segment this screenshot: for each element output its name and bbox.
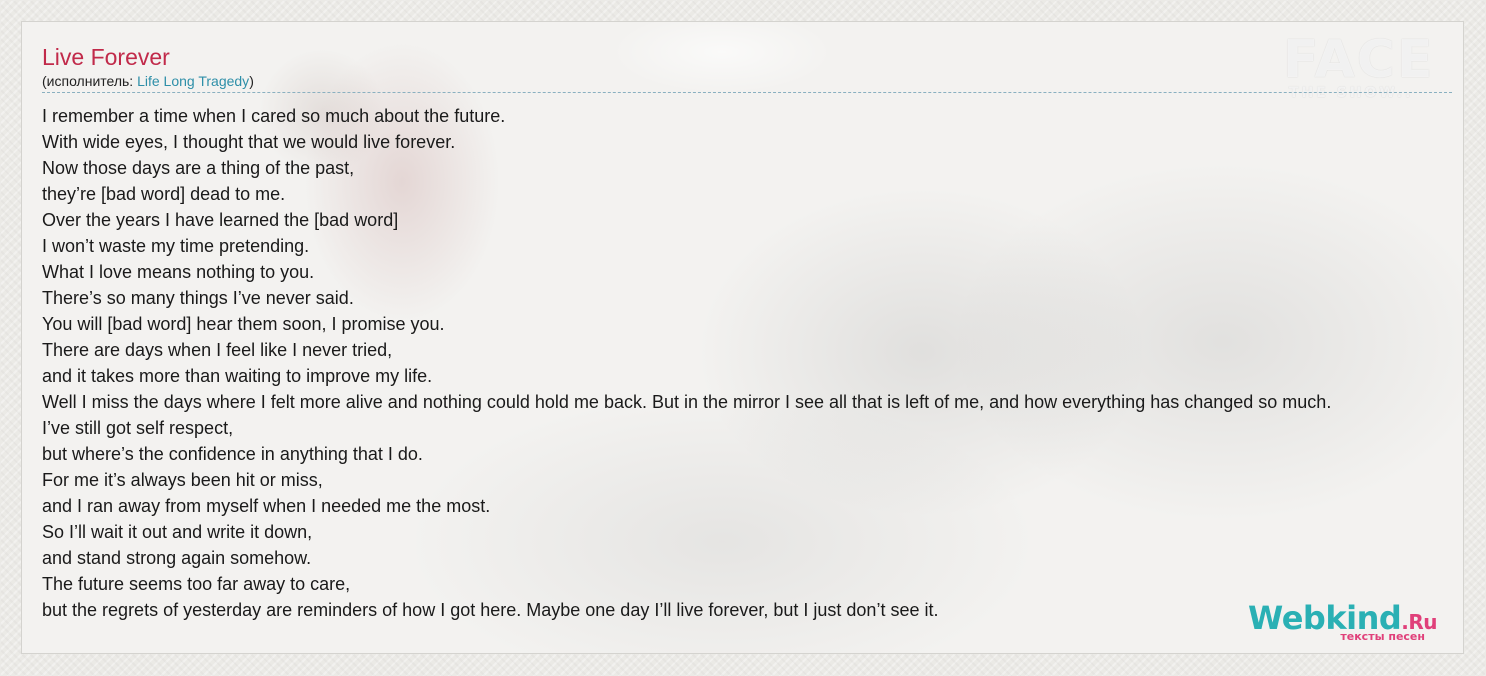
lyric-line: Well I miss the days where I felt more a… <box>42 392 1332 412</box>
lyric-line: What I love means nothing to you. <box>42 262 315 282</box>
webkind-brand-logo[interactable]: Webkind.Ru тексты песен <box>1237 601 1437 643</box>
song-title: Live Forever <box>42 44 170 70</box>
lyric-line: For me it’s always been hit or miss, <box>42 470 323 490</box>
artist-link[interactable]: Life Long Tragedy <box>137 73 249 89</box>
lyric-line: and it takes more than waiting to improv… <box>42 366 433 386</box>
lyric-line: With wide eyes, I thought that we would … <box>42 132 456 152</box>
lyric-line: You will [bad word] hear them soon, I pr… <box>42 314 445 334</box>
lyric-line: Now those days are a thing of the past, <box>42 158 355 178</box>
artist-suffix: ) <box>249 73 254 89</box>
lyric-line: and I ran away from myself when I needed… <box>42 496 491 516</box>
artist-line: (исполнитель: Life Long Tragedy) <box>42 72 1452 93</box>
lyric-line: The future seems too far away to care, <box>42 574 351 594</box>
lyric-line: I remember a time when I cared so much a… <box>42 106 506 126</box>
artist-prefix: (исполнитель: <box>42 73 138 89</box>
lyric-line: There’s so many things I’ve never said. <box>42 288 354 308</box>
lyric-line: I won’t waste my time pretending. <box>42 236 310 256</box>
lyric-line: Over the years I have learned the [bad w… <box>42 210 399 230</box>
lyrics-text: I remember a time when I cared so much a… <box>42 103 1463 623</box>
lyric-line: So I’ll wait it out and write it down, <box>42 522 313 542</box>
lyric-line: they’re [bad word] dead to me. <box>42 184 286 204</box>
lyric-line: I’ve still got self respect, <box>42 418 234 438</box>
lyrics-card: FACE THE SHOW.. Live Forever (исполнител… <box>21 21 1464 654</box>
song-content: Live Forever (исполнитель: Life Long Tra… <box>42 44 1463 623</box>
lyric-line: and stand strong again somehow. <box>42 548 312 568</box>
lyric-line: but where’s the confidence in anything t… <box>42 444 423 464</box>
lyric-line: There are days when I feel like I never … <box>42 340 393 360</box>
